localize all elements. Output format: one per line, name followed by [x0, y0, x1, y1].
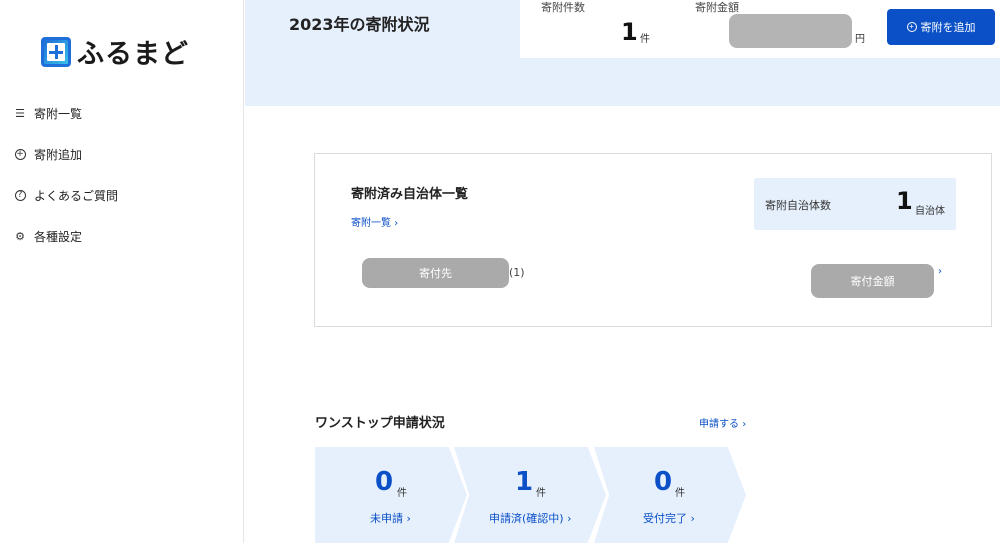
onestop-title: ワンストップ申請状況 — [315, 416, 445, 431]
municipality-count-value: 1 — [896, 187, 913, 215]
donation-count-value: 1 — [621, 18, 638, 46]
sidebar-item-faq[interactable]: ? よくあるご質問 — [14, 185, 118, 205]
amount-masked: 寄付金額 — [811, 264, 934, 298]
donation-list-link[interactable]: 寄附一覧 › — [351, 214, 398, 229]
municipality-count-unit: 自治体 — [915, 206, 945, 217]
donation-amount-label: 寄附金額 — [695, 1, 739, 14]
step-label[interactable]: 未申請 › — [370, 510, 411, 526]
gear-icon: ⚙ — [15, 229, 25, 243]
municipality-count-label: 寄附自治体数 — [765, 199, 831, 212]
sidebar-item-label: 寄附一覧 — [34, 106, 83, 121]
chevron-right-icon: › — [742, 419, 747, 430]
logo-plus-icon — [41, 36, 71, 67]
step-count: 0 — [375, 467, 394, 497]
step-label[interactable]: 受付完了 › — [643, 510, 695, 526]
donation-amount-unit: 円 — [855, 34, 865, 45]
sidebar-item-label: 各種設定 — [34, 229, 83, 244]
apply-link-label: 申請する — [699, 419, 739, 430]
add-donation-label: 寄附を追加 — [920, 22, 976, 34]
plus-circle-icon: + — [14, 148, 26, 160]
list-icon: ☰ — [15, 106, 25, 120]
apply-link[interactable]: 申請する › — [699, 415, 746, 430]
sidebar: ふるまど ☰ 寄附一覧 + 寄附追加 ? よくあるご質問 ⚙ 各種設定 — [0, 0, 244, 543]
step-label[interactable]: 申請済(確認中) › — [489, 510, 572, 526]
destination-masked: 寄付先 — [362, 258, 509, 288]
donation-amount-masked — [729, 14, 852, 48]
sidebar-item-settings[interactable]: ⚙ 各種設定 — [14, 226, 118, 246]
donation-count-label: 寄附件数 — [541, 1, 585, 14]
sidebar-nav: ☰ 寄附一覧 + 寄附追加 ? よくあるご質問 ⚙ 各種設定 — [14, 103, 118, 267]
sidebar-item-label: よくあるご質問 — [34, 188, 119, 203]
sidebar-item-donation-list[interactable]: ☰ 寄附一覧 — [14, 103, 118, 123]
donation-list-link-label: 寄附一覧 — [351, 218, 391, 229]
chevron-right-icon[interactable]: › — [938, 266, 942, 277]
destination-count: (1) — [509, 266, 525, 279]
step-unit: 件 — [536, 488, 546, 499]
add-donation-button[interactable]: + 寄附を追加 — [887, 9, 995, 45]
donation-count-unit: 件 — [640, 34, 650, 45]
sidebar-item-add-donation[interactable]: + 寄附追加 — [14, 144, 118, 164]
municipality-title: 寄附済み自治体一覧 — [351, 187, 469, 202]
sidebar-item-label: 寄附追加 — [34, 147, 83, 162]
step-count: 1 — [515, 467, 534, 497]
question-circle-icon: ? — [14, 189, 26, 201]
logo-text: ふるまど — [77, 39, 189, 70]
page-title: 2023年の寄附状況 — [289, 15, 430, 34]
step-count: 0 — [654, 467, 673, 497]
logo[interactable]: ふるまど — [41, 32, 189, 71]
step-unit: 件 — [675, 488, 685, 499]
plus-circle-icon: + — [906, 22, 917, 32]
step-unit: 件 — [397, 488, 407, 499]
chevron-right-icon: › — [394, 218, 399, 229]
